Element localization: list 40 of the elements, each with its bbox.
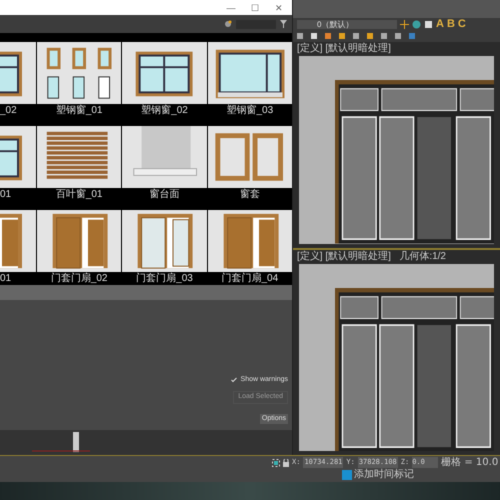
thumbnail-label: 01: [0, 188, 12, 201]
viewport-label[interactable]: [定义] [默认明暗处理]: [297, 42, 391, 56]
thumbnail-label: 百叶窗_01: [54, 188, 104, 201]
thumbnail-label: 01: [0, 272, 12, 285]
time-tag-button[interactable]: 添加时间标记: [342, 469, 414, 481]
thumbnail-label: _02: [0, 104, 18, 117]
thumbnail-drawing[interactable]: [208, 42, 292, 104]
grid-size: 栅格 = 10.0: [441, 456, 498, 468]
layer-dropdown[interactable]: 0（默认）: [297, 20, 397, 28]
add-icon[interactable]: [400, 20, 409, 28]
filter-icon[interactable]: [280, 20, 288, 28]
checkmark-icon[interactable]: [230, 376, 237, 383]
thumbnail-drawing[interactable]: [122, 42, 207, 104]
timeline-marker-drawing: [32, 432, 92, 454]
lock-icon[interactable]: [283, 458, 289, 466]
viewport-label[interactable]: [定义] [默认明暗处理]: [297, 250, 391, 264]
close-button[interactable]: ✕: [272, 2, 286, 14]
zoom-extents-icon[interactable]: [272, 458, 280, 466]
thumbnail-drawing[interactable]: [122, 126, 207, 188]
text-tool-button[interactable]: C: [458, 18, 466, 30]
thumbnail-label: 门套门扇_02: [50, 272, 108, 285]
thumbnail-label: 门套门扇_04: [220, 272, 280, 285]
thumbnail-label: 门套门扇_03: [135, 272, 194, 285]
thumbnail-label: 塑钢窗_02: [140, 104, 189, 117]
thumbnail-drawing[interactable]: [122, 210, 207, 272]
thumbnail-drawing[interactable]: [208, 126, 292, 188]
thumbnail-label: 塑钢窗_03: [225, 104, 274, 117]
thumbnail-drawing[interactable]: [37, 126, 122, 188]
thumbnail-drawing[interactable]: [37, 210, 122, 272]
minimize-button[interactable]: —: [224, 2, 238, 14]
maximize-button[interactable]: ☐: [248, 2, 262, 14]
text-tool-button[interactable]: B: [446, 18, 455, 30]
text-tool-button[interactable]: A: [436, 18, 444, 30]
thumbnail-label: 窗套: [238, 188, 261, 201]
thumbnail-label: 窗台面: [148, 188, 180, 201]
tag-icon: [342, 470, 352, 480]
viewport-stats: 几何体:1/2: [399, 250, 446, 264]
thumbnail-label: 塑钢窗_01: [54, 104, 104, 117]
thumbnail-drawing[interactable]: [208, 210, 292, 272]
thumbnail-drawing[interactable]: [37, 42, 122, 104]
